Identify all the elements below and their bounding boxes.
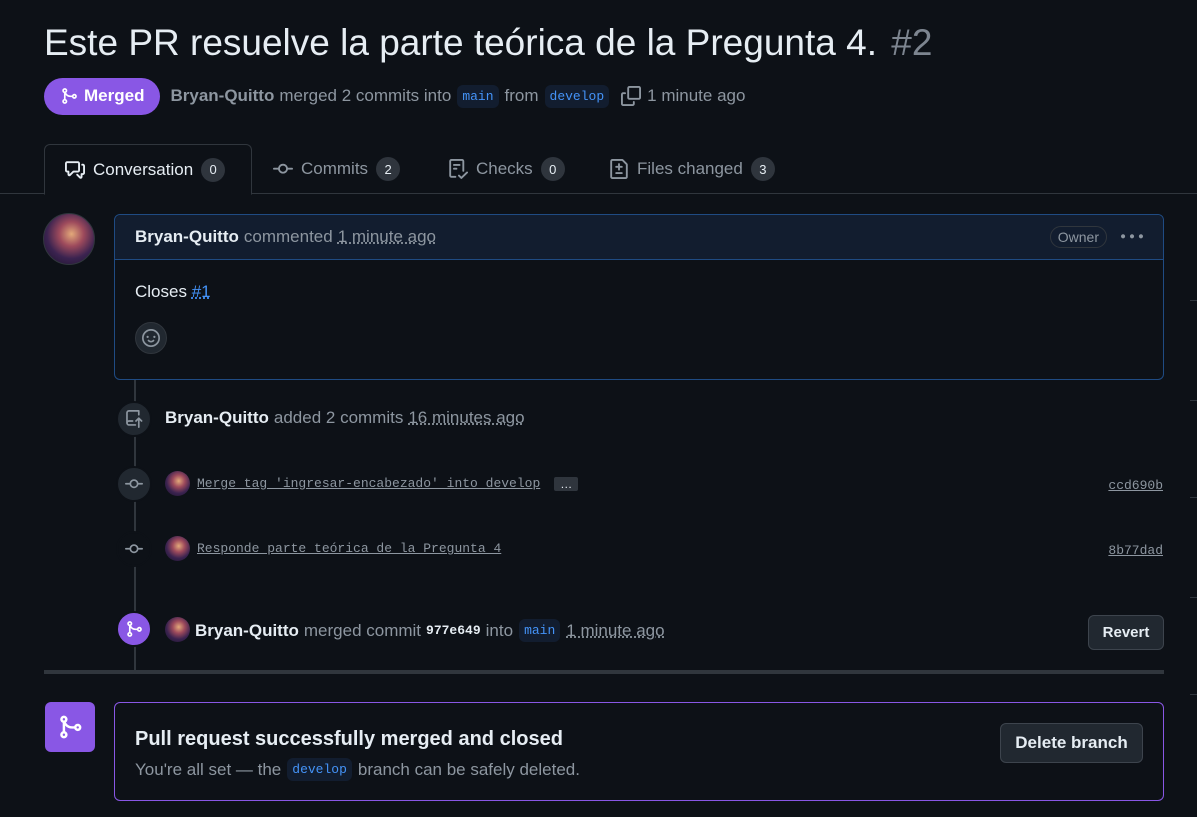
tab-commits-count: 2: [376, 157, 401, 181]
kebab-horizontal-icon[interactable]: [1121, 226, 1143, 248]
tab-files-changed-label: Files changed: [637, 159, 743, 178]
merge-status-title: Pull request successfully merged and clo…: [135, 728, 563, 750]
added-commits-text: added 2 commits: [273, 408, 404, 427]
merge-status-sub-suffix: branch can be safely deleted.: [357, 759, 580, 779]
add-reaction-button[interactable]: [135, 322, 167, 354]
copy-icon[interactable]: [621, 86, 642, 106]
merged-state-badge: Merged: [44, 77, 161, 115]
delete-branch-button[interactable]: Delete branch: [1000, 723, 1143, 763]
avatar[interactable]: [43, 213, 95, 265]
checklist-icon: [449, 159, 468, 179]
head-branch-chip[interactable]: develop: [544, 84, 610, 108]
owner-badge: Owner: [1049, 226, 1107, 248]
commit-badge: [116, 466, 152, 502]
commit-row: Responde parte teórica de la Pregunta 4: [197, 541, 501, 556]
merged-event: Bryan-Quitto merged commit 977e649 into …: [195, 619, 665, 642]
from-label: from: [504, 86, 539, 105]
tab-conversation[interactable]: Conversation 0: [44, 144, 252, 195]
merged-event-time[interactable]: 1 minute ago: [566, 621, 664, 641]
pr-number: #2: [891, 22, 933, 63]
commit-sha-link[interactable]: 8b77dad: [1108, 543, 1163, 558]
repo-push-badge: [116, 401, 152, 437]
comment-box: Bryan-Quitto commented 1 minute ago Owne…: [114, 214, 1164, 380]
file-diff-icon: [610, 159, 628, 179]
git-merge-icon: [60, 715, 82, 739]
merge-description: merged 2 commits into: [279, 86, 452, 105]
tab-commits[interactable]: Commits 2: [253, 144, 420, 194]
pr-merge-time: 1 minute ago: [647, 86, 746, 105]
merge-status-branch-chip[interactable]: develop: [287, 758, 352, 781]
pr-tabs: Conversation 0 Commits 2 Checks 0 Files …: [0, 144, 1197, 195]
avatar[interactable]: [165, 617, 190, 642]
tab-files-changed[interactable]: Files changed 3: [589, 144, 795, 194]
merged-event-author[interactable]: Bryan-Quitto: [195, 621, 299, 641]
pr-title: Este PR resuelve la parte teórica de la …: [44, 22, 932, 64]
merge-status-icon-box: [45, 702, 95, 752]
tab-checks-label: Checks: [476, 159, 533, 178]
added-commits-event: Bryan-Quitto added 2 commits 16 minutes …: [165, 408, 525, 428]
avatar[interactable]: [165, 536, 190, 561]
expand-commit-button[interactable]: …: [554, 476, 579, 491]
merge-commit-sha[interactable]: 977e649: [426, 623, 481, 638]
revert-button[interactable]: Revert: [1088, 615, 1164, 650]
timeline-divider: [44, 670, 1164, 674]
added-commits-time[interactable]: 16 minutes ago: [408, 408, 524, 428]
git-commit-icon: [125, 479, 143, 489]
pr-status-row: Merged Bryan-Quitto merged 2 commits int…: [44, 77, 745, 115]
git-commit-icon: [125, 544, 143, 554]
comment-action: commented: [243, 227, 333, 246]
merge-status-sub-prefix: You're all set — the: [135, 759, 282, 779]
issue-link[interactable]: #1: [192, 282, 211, 301]
merged-branch-chip[interactable]: main: [519, 619, 561, 642]
tab-conversation-count: 0: [201, 157, 226, 182]
commit-sha-link[interactable]: ccd690b: [1108, 478, 1163, 493]
git-merge-icon: [127, 621, 142, 637]
comment-body-text: Closes: [135, 282, 187, 301]
merged-event-text: merged commit: [303, 620, 422, 640]
avatar[interactable]: [165, 471, 190, 496]
comment-body: Closes #1: [115, 260, 1163, 376]
comment-author[interactable]: Bryan-Quitto: [135, 227, 239, 247]
commit-badge: [116, 531, 152, 567]
comment-header: Bryan-Quitto commented 1 minute ago Owne…: [115, 215, 1163, 260]
merged-state-label: Merged: [84, 86, 145, 105]
tab-checks[interactable]: Checks 0: [428, 144, 585, 194]
repo-push-icon: [126, 410, 143, 428]
merge-status-subtitle: You're all set — the develop branch can …: [135, 758, 580, 781]
git-commit-icon: [273, 163, 293, 174]
pr-page: Este PR resuelve la parte teórica de la …: [0, 0, 1197, 817]
smiley-icon: [142, 329, 160, 347]
merged-into-label: into: [485, 620, 514, 640]
git-merge-icon: [62, 88, 77, 104]
commit-message-link[interactable]: Merge tag 'ingresar-encabezado' into dev…: [197, 476, 540, 491]
commit-message-link[interactable]: Responde parte teórica de la Pregunta 4: [197, 541, 501, 556]
pr-title-text: Este PR resuelve la parte teórica de la …: [44, 22, 877, 63]
merged-event-badge: [116, 611, 152, 647]
comment-time[interactable]: 1 minute ago: [338, 227, 436, 247]
sidebar-edge: [1190, 0, 1197, 817]
tab-commits-label: Commits: [301, 159, 369, 178]
pr-author-link[interactable]: Bryan-Quitto: [170, 86, 274, 106]
tab-checks-count: 0: [540, 157, 565, 181]
merge-status-box: Pull request successfully merged and clo…: [114, 702, 1164, 801]
comment-discussion-icon: [65, 160, 85, 179]
tab-conversation-label: Conversation: [93, 159, 194, 179]
added-commits-author[interactable]: Bryan-Quitto: [165, 408, 269, 428]
commit-row: Merge tag 'ingresar-encabezado' into dev…: [197, 476, 579, 491]
tab-files-changed-count: 3: [750, 157, 775, 181]
base-branch-chip[interactable]: main: [457, 84, 499, 108]
